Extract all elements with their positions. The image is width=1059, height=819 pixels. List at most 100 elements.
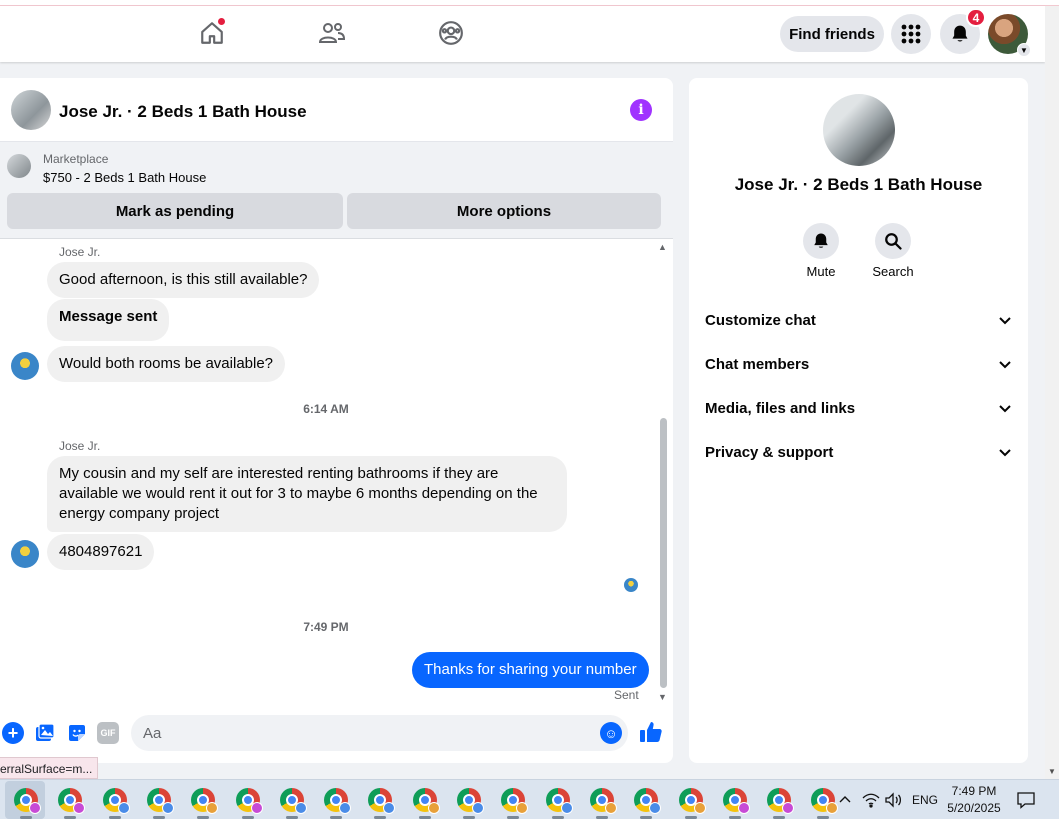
incoming-message[interactable]: Would both rooms be available?	[47, 346, 286, 382]
chrome-profile-icon[interactable]	[366, 786, 396, 819]
incoming-message[interactable]: My cousin and my self are interested ren…	[47, 456, 567, 532]
mute-button[interactable]	[803, 223, 839, 259]
top-navigation-bar: Find friends 4 ▼	[0, 6, 1045, 62]
search-icon	[885, 233, 902, 250]
marketplace-label: Marketplace	[43, 152, 109, 166]
chat-title[interactable]: Jose Jr. · 2 Beds 1 Bath House	[59, 102, 307, 122]
incoming-message[interactable]: Good afternoon, is this still available?	[47, 262, 320, 298]
show-hidden-icons-icon[interactable]	[838, 780, 852, 819]
message-scrollbar[interactable]: ▲ ▼	[656, 240, 670, 702]
mute-label: Mute	[806, 264, 836, 279]
chevron-down-icon	[999, 317, 1011, 325]
taskbar-clock[interactable]: 7:49 PM 5/20/2025	[942, 783, 1006, 817]
chrome-profile-icon[interactable]	[322, 786, 352, 819]
scroll-down-arrow-icon[interactable]: ▼	[658, 692, 667, 702]
chrome-profile-icon[interactable]	[588, 786, 617, 819]
profile-avatar-button[interactable]: ▼	[988, 14, 1031, 57]
sticker-icon[interactable]	[66, 722, 88, 744]
sender-name: Jose Jr.	[59, 439, 101, 453]
chrome-profile-icon[interactable]	[677, 786, 706, 819]
chrome-profile-icon[interactable]	[56, 786, 86, 819]
listing-price-title[interactable]: $750 - 2 Beds 1 Bath House	[43, 170, 206, 185]
chrome-profile-icon[interactable]	[765, 786, 795, 819]
chrome-profile-icon[interactable]	[499, 786, 529, 819]
language-indicator[interactable]: ENG	[912, 780, 938, 819]
thumbs-up-icon[interactable]	[639, 720, 663, 744]
message-composer: + GIF ☺	[0, 710, 673, 756]
scroll-down-arrow-icon[interactable]: ▼	[1048, 767, 1056, 776]
chrome-profile-icon[interactable]	[12, 786, 41, 819]
emoji-icon[interactable]: ☺	[600, 722, 622, 744]
seen-indicator-avatar	[624, 578, 638, 592]
chrome-profile-icon[interactable]	[455, 786, 484, 819]
section-chat-members[interactable]: Chat members	[705, 349, 1013, 379]
volume-icon[interactable]	[884, 780, 902, 819]
page-scrollbar[interactable]: ▼	[1045, 6, 1059, 779]
windows-taskbar: ENG 7:49 PM 5/20/2025	[0, 779, 1059, 819]
sender-avatar[interactable]	[11, 540, 39, 568]
scroll-up-arrow-icon[interactable]: ▲	[658, 242, 667, 252]
home-icon[interactable]	[197, 18, 227, 48]
chrome-profile-icon[interactable]	[809, 786, 839, 819]
marketplace-listing-bar: Marketplace $750 - 2 Beds 1 Bath House M…	[0, 142, 673, 239]
more-options-button[interactable]: More options	[347, 193, 661, 229]
sent-status: Sent	[614, 688, 639, 702]
section-customize-chat[interactable]: Customize chat	[705, 305, 1013, 335]
mark-as-pending-button[interactable]: Mark as pending	[7, 193, 343, 229]
chrome-profile-icon[interactable]	[101, 786, 130, 819]
plus-icon[interactable]: +	[2, 722, 24, 744]
chevron-down-icon	[999, 361, 1011, 369]
chevron-down-icon	[999, 405, 1011, 413]
home-notification-dot	[218, 18, 225, 25]
listing-photo[interactable]	[823, 94, 895, 166]
message-input[interactable]	[131, 715, 628, 751]
notification-center-icon[interactable]	[1016, 780, 1036, 819]
status-url-tooltip: erralSurface=m...	[0, 757, 98, 779]
photo-icon[interactable]	[34, 722, 56, 744]
conversation-info-panel: Jose Jr. · 2 Beds 1 Bath House Mute Sear…	[689, 78, 1028, 763]
conversation-name: Jose Jr. · 2 Beds 1 Bath House	[734, 175, 983, 194]
sender-name: Jose Jr.	[59, 245, 101, 259]
message-list[interactable]: Jose Jr. Good afternoon, is this still a…	[0, 240, 673, 702]
chrome-profile-icon[interactable]	[189, 786, 219, 819]
search-label: Search	[872, 264, 914, 279]
chrome-profile-icon[interactable]	[632, 786, 662, 819]
grid-icon	[901, 24, 921, 44]
chrome-profile-icon[interactable]	[234, 786, 263, 819]
chrome-profile-icon[interactable]	[145, 786, 174, 819]
notification-count-badge: 4	[966, 8, 986, 27]
outgoing-message[interactable]: Thanks for sharing your number	[412, 652, 649, 688]
chrome-profile-icon[interactable]	[278, 786, 307, 819]
section-privacy-support[interactable]: Privacy & support	[705, 437, 1013, 467]
chevron-down-icon	[999, 449, 1011, 457]
gif-icon[interactable]: GIF	[97, 722, 119, 744]
chat-header: Jose Jr. · 2 Beds 1 Bath House i	[0, 78, 673, 142]
section-label: Customize chat	[705, 311, 816, 329]
section-label: Chat members	[705, 355, 810, 373]
section-label: Media, files and links	[705, 399, 856, 417]
chrome-profile-icon[interactable]	[721, 786, 750, 819]
incoming-message[interactable]: 4804897621	[47, 534, 155, 570]
notifications-button[interactable]: 4	[940, 8, 986, 54]
chat-panel: Jose Jr. · 2 Beds 1 Bath House i Marketp…	[0, 78, 673, 763]
section-media-files-links[interactable]: Media, files and links	[705, 393, 1013, 423]
info-icon[interactable]: i	[630, 99, 652, 121]
section-label: Privacy & support	[705, 443, 834, 461]
friends-icon[interactable]	[317, 18, 347, 48]
chevron-down-icon: ▼	[1017, 43, 1031, 57]
bell-icon	[952, 25, 968, 42]
listing-avatar[interactable]	[11, 90, 51, 130]
scrollbar-thumb[interactable]	[660, 418, 667, 688]
chrome-profile-icon[interactable]	[544, 786, 573, 819]
search-button[interactable]	[875, 223, 911, 259]
message-timestamp: 6:14 AM	[303, 402, 349, 416]
message-timestamp: 7:49 PM	[303, 620, 349, 634]
network-icon[interactable]	[862, 780, 880, 819]
groups-icon[interactable]	[436, 18, 466, 48]
listing-thumbnail[interactable]	[7, 154, 31, 178]
incoming-message[interactable]: Message sent	[47, 299, 170, 341]
find-friends-button[interactable]: Find friends	[780, 16, 884, 52]
sender-avatar[interactable]	[11, 352, 39, 380]
menu-grid-button[interactable]	[891, 14, 931, 54]
chrome-profile-icon[interactable]	[411, 786, 440, 819]
